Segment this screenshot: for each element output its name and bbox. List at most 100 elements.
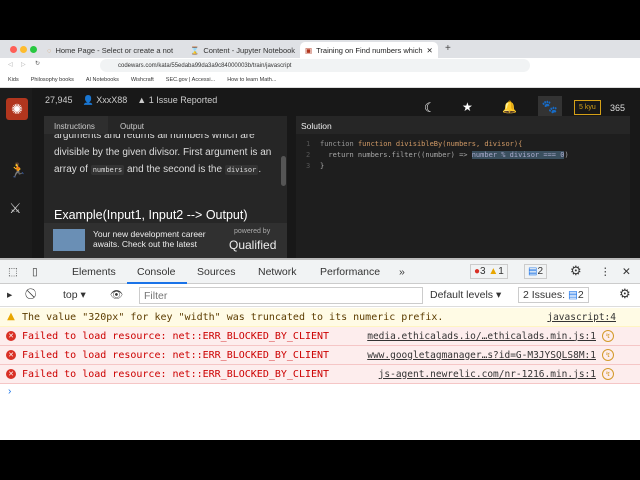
tab-performance[interactable]: Performance (320, 266, 380, 278)
author-link[interactable]: 👤 XxxX88 (83, 95, 128, 106)
moon-icon[interactable]: ☾ (424, 100, 436, 116)
context-select[interactable]: top ▾ (63, 289, 86, 301)
settings-icon[interactable]: ⚙ (570, 263, 582, 279)
levels-value: Default levels (430, 289, 494, 301)
maximize-window-button[interactable] (30, 46, 37, 53)
code-line[interactable]: 1 function function divisibleBy(numbers, … (306, 140, 522, 148)
console-toolbar: ▸ ⃠ top ▾ 👁 Default levels ▾ 2 Issues: ▤… (0, 284, 640, 307)
tab-elements[interactable]: Elements (72, 266, 116, 278)
code-text: } (320, 162, 325, 170)
eye-icon[interactable]: 👁 (110, 288, 123, 301)
filter-input[interactable] (139, 287, 423, 304)
ad-image (53, 229, 85, 251)
blocked-request-icon[interactable]: ↯ (602, 368, 614, 380)
code-line[interactable]: 2 return numbers.filter((number) => numb… (306, 151, 569, 159)
devtools: ⬚ ▯ Elements Console Sources Network Per… (0, 260, 640, 440)
issues-text: 1 Issue Reported (148, 95, 218, 105)
kumite-icon[interactable]: ⚔ (9, 200, 22, 217)
close-icon[interactable]: ✕ (622, 266, 631, 278)
solution-header: Solution (296, 116, 630, 134)
inspect-icon[interactable]: ⬚ (8, 266, 18, 278)
ad-banner[interactable]: Your new development career awaits. Chec… (44, 223, 287, 258)
console-settings-icon[interactable]: ⚙ (619, 286, 631, 302)
text: array of (54, 164, 88, 175)
source-link[interactable]: javascript:4 (547, 312, 616, 323)
issues-button[interactable]: 2 Issues: ▤2 (518, 287, 589, 303)
instructions-panel: Instructions Output arguments and return… (44, 116, 287, 258)
bookmark[interactable]: Kids (8, 77, 19, 83)
close-window-button[interactable] (10, 46, 17, 53)
source-link[interactable]: js-agent.newrelic.com/nr-1216.min.js:1 (379, 369, 596, 380)
example-heading: Example(Input1, Input2 --> Output) (54, 208, 248, 222)
code-line[interactable]: 3} (306, 162, 324, 170)
message-text: Failed to load resource: net::ERR_BLOCKE… (22, 330, 330, 342)
text-line: arguments and returns all numbers which … (54, 134, 255, 141)
device-toolbar-icon[interactable]: ▯ (32, 266, 38, 278)
browser-tab[interactable]: ⌛ Content - Jupyter Notebook (185, 42, 300, 58)
more-options-icon[interactable]: ⋮ (600, 266, 611, 278)
devtools-tab-bar: ⬚ ▯ Elements Console Sources Network Per… (0, 260, 640, 284)
codewars-logo[interactable]: ✺ (6, 98, 28, 120)
honor-score: 365 (610, 103, 626, 113)
author-name: XxxX88 (96, 95, 128, 105)
browser-tab-active[interactable]: ▣ Training on Find numbers which ✕ (300, 42, 438, 58)
source-link[interactable]: media.ethicalads.io/…ethicalads.min.js:1 (367, 331, 596, 342)
message-text: Failed to load resource: net::ERR_BLOCKE… (22, 368, 330, 380)
tab-sources[interactable]: Sources (197, 266, 236, 278)
sidebar: ✺ 🏃 ⚔ (0, 88, 32, 258)
minimize-window-button[interactable] (20, 46, 27, 53)
console-error: ✕ Failed to load resource: net::ERR_BLOCK… (0, 365, 640, 384)
message-text: The value "320px" for key "width" was tr… (22, 311, 444, 323)
browser-tab[interactable]: ◌ Home Page - Select or create a not (42, 42, 178, 58)
bookmark[interactable]: SEC.gov | Accessi... (166, 77, 215, 83)
source-link[interactable]: www.googletagmanager…s?id=G-M3JYSQLS8M:1 (367, 350, 596, 361)
sidebar-toggle-icon[interactable]: ▸ (7, 289, 12, 301)
ad-text: Your new development career (93, 229, 206, 239)
text-line: array of numbers and the second is the d… (54, 161, 279, 179)
console-warning: ▲ The value "320px" for key "width" was t… (0, 308, 640, 327)
solution-title: Solution (301, 121, 332, 131)
tab-console[interactable]: Console (137, 266, 176, 278)
issues-count: 2 (537, 266, 544, 277)
new-tab-button[interactable]: + (445, 43, 451, 54)
back-icon[interactable]: ◁ (8, 61, 13, 68)
code-text: return numbers.filter((number) => (320, 151, 472, 159)
tab-title: Content - Jupyter Notebook (203, 45, 296, 55)
bell-icon[interactable]: 🔔 (502, 100, 517, 114)
bookmark[interactable]: How to learn Math... (227, 77, 276, 83)
avatar[interactable]: 🐾 (538, 96, 562, 118)
more-tabs-icon[interactable]: » (399, 266, 405, 278)
bookmark[interactable]: Philosophy books (31, 77, 74, 83)
issues-counter[interactable]: ▤2 (524, 264, 548, 279)
text-line: divisible by the given divisor. First ar… (54, 147, 272, 158)
console-error: ✕ Failed to load resource: net::ERR_BLOCK… (0, 346, 640, 365)
issues-count: 2 (577, 289, 584, 301)
practice-icon[interactable]: 🏃 (9, 162, 26, 179)
bookmarks-bar: Kids Philosophy books AI Notebooks Wishc… (0, 73, 640, 88)
scrollbar[interactable] (281, 156, 286, 186)
issues-link[interactable]: ▲ 1 Issue Reported (137, 95, 217, 106)
blocked-request-icon[interactable]: ↯ (602, 349, 614, 361)
bookmark-icon[interactable]: ★ (462, 100, 473, 114)
tab-instructions[interactable]: Instructions (54, 122, 95, 131)
bookmark[interactable]: Wishcraft (131, 77, 154, 83)
console-prompt[interactable]: › (8, 386, 11, 397)
forward-icon[interactable]: ▷ (21, 61, 26, 68)
stat-count: 27,945 (45, 95, 73, 105)
close-tab-icon[interactable]: ✕ (427, 46, 433, 55)
reload-icon[interactable]: ↻ (35, 60, 40, 67)
log-levels-select[interactable]: Default levels ▾ (430, 289, 501, 301)
text: and the second is the (126, 164, 223, 175)
message-text: Failed to load resource: net::ERR_BLOCKE… (22, 349, 330, 361)
console-error: ✕ Failed to load resource: net::ERR_BLOCK… (0, 327, 640, 346)
error-warning-counter[interactable]: ●3 ▲1 (470, 264, 508, 279)
bookmark[interactable]: AI Notebooks (86, 77, 119, 83)
ad-text: awaits. Check out the latest (93, 239, 197, 249)
url-input[interactable]: codewars.com/kata/55edaba99da3a9c8400000… (100, 59, 530, 72)
qualified-logo: Qualified (229, 238, 277, 252)
tab-network[interactable]: Network (258, 266, 297, 278)
tab-output[interactable]: Output (120, 122, 144, 131)
rank-badge: 5 kyu (574, 100, 601, 115)
blocked-request-icon[interactable]: ↯ (602, 330, 614, 342)
instructions-text: arguments and returns all numbers which … (54, 134, 279, 179)
